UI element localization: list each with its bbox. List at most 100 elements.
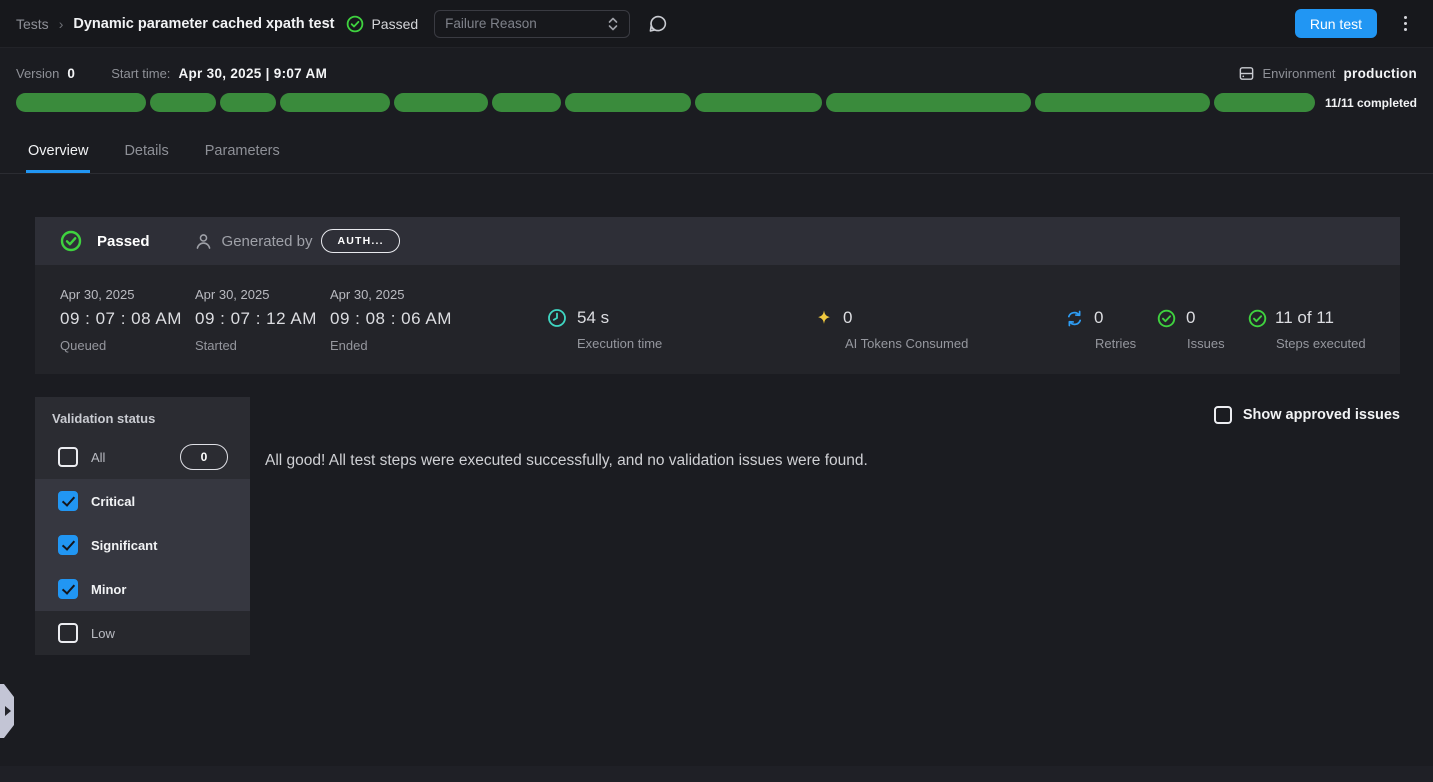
issues-count-badge: 0 <box>180 444 228 470</box>
filter-critical[interactable]: Critical <box>35 479 250 523</box>
progress-segment[interactable] <box>565 93 691 112</box>
progress-track <box>16 93 1315 112</box>
filter-low-label: Low <box>91 626 115 641</box>
progress-segment[interactable] <box>280 93 390 112</box>
filter-critical-label: Critical <box>91 494 135 509</box>
progress-segment[interactable] <box>16 93 146 112</box>
start-time-value: Apr 30, 2025 | 9:07 AM <box>178 66 327 81</box>
ended-time: 09 : 08 : 06 AM <box>330 309 452 329</box>
metric-steps-executed: 11 of 11 Steps executed <box>1248 308 1366 351</box>
ended-label: Ended <box>330 338 452 353</box>
progress-segment[interactable] <box>1035 93 1210 112</box>
filter-low[interactable]: Low <box>35 611 250 655</box>
execution-time-value: 54 s <box>577 308 609 328</box>
run-summary-body: Apr 30, 2025 09 : 07 : 08 AM Queued Apr … <box>35 265 1400 374</box>
comment-button[interactable] <box>648 14 668 34</box>
environment-icon <box>1238 65 1255 82</box>
start-time: Start time: Apr 30, 2025 | 9:07 AM <box>111 66 327 81</box>
check-circle-icon <box>1248 309 1267 328</box>
chevron-right-icon <box>0 684 16 740</box>
started-date: Apr 30, 2025 <box>195 287 317 302</box>
tab-bar: Overview Details Parameters <box>0 135 1433 174</box>
metric-issues: 0 Issues <box>1157 308 1225 351</box>
kebab-menu-icon[interactable] <box>1393 12 1417 36</box>
queued-label: Queued <box>60 338 182 353</box>
check-circle-icon <box>60 230 82 252</box>
footer-strip <box>0 766 1433 782</box>
checkbox-all[interactable] <box>58 447 78 467</box>
timestamp-queued: Apr 30, 2025 09 : 07 : 08 AM Queued <box>60 287 182 353</box>
queued-time: 09 : 07 : 08 AM <box>60 309 182 329</box>
filter-minor[interactable]: Minor <box>35 567 250 611</box>
progress-segment[interactable] <box>394 93 488 112</box>
refresh-icon <box>1065 309 1084 328</box>
check-circle-icon <box>346 15 364 33</box>
metric-ai-tokens: 0 AI Tokens Consumed <box>815 308 968 351</box>
start-time-label: Start time: <box>111 66 170 81</box>
ended-date: Apr 30, 2025 <box>330 287 452 302</box>
retries-value: 0 <box>1094 308 1103 328</box>
progress-segment[interactable] <box>1214 93 1315 112</box>
version-value: 0 <box>67 66 75 81</box>
tab-overview[interactable]: Overview <box>26 135 90 173</box>
filter-all-label: All <box>91 450 105 465</box>
checkbox-show-approved[interactable] <box>1214 406 1232 424</box>
environment-label: Environment <box>1263 66 1336 81</box>
generated-by-badge[interactable]: AUTH... <box>321 229 399 253</box>
ai-tokens-label: AI Tokens Consumed <box>845 336 968 351</box>
person-icon <box>194 232 213 251</box>
environment: Environment production <box>1238 65 1417 82</box>
all-good-message: All good! All test steps were executed s… <box>265 452 868 470</box>
chevron-updown-icon <box>607 16 619 32</box>
run-summary-header: Passed Generated by AUTH... <box>35 217 1400 265</box>
ai-tokens-value: 0 <box>843 308 852 328</box>
expand-drawer-handle[interactable] <box>0 684 16 740</box>
checkbox-significant[interactable] <box>58 535 78 555</box>
validation-status-title: Validation status <box>35 397 250 426</box>
progress-segment[interactable] <box>492 93 561 112</box>
filter-significant-label: Significant <box>91 538 157 553</box>
filter-minor-label: Minor <box>91 582 126 597</box>
show-approved-issues[interactable]: Show approved issues <box>1214 406 1400 424</box>
retries-label: Retries <box>1095 336 1136 351</box>
steps-executed-value: 11 of 11 <box>1275 308 1334 328</box>
version-label: Version <box>16 66 59 81</box>
issues-label: Issues <box>1187 336 1225 351</box>
progress-segment[interactable] <box>826 93 1031 112</box>
started-time: 09 : 07 : 12 AM <box>195 309 317 329</box>
run-test-button[interactable]: Run test <box>1295 9 1377 38</box>
checkbox-low[interactable] <box>58 623 78 643</box>
issues-value: 0 <box>1186 308 1195 328</box>
environment-value: production <box>1344 66 1418 81</box>
tab-details[interactable]: Details <box>122 135 170 173</box>
checkbox-minor[interactable] <box>58 579 78 599</box>
breadcrumb-tests[interactable]: Tests <box>16 16 49 32</box>
progress-segment[interactable] <box>695 93 822 112</box>
progress-row: 11/11 completed <box>16 93 1417 112</box>
tab-parameters[interactable]: Parameters <box>203 135 282 173</box>
breadcrumb-separator-icon: › <box>59 16 64 32</box>
meta-row: Version 0 Start time: Apr 30, 2025 | 9:0… <box>0 60 1433 86</box>
execution-time-label: Execution time <box>577 336 662 351</box>
status-label: Passed <box>371 16 418 32</box>
validation-status-panel: Validation status All 0 Critical Signifi… <box>35 397 250 655</box>
run-summary-card: Passed Generated by AUTH... Apr 30, 2025… <box>35 217 1400 374</box>
filter-all[interactable]: All 0 <box>35 435 250 479</box>
checkbox-critical[interactable] <box>58 491 78 511</box>
completed-label: 11/11 completed <box>1325 96 1417 110</box>
generated-by: Generated by AUTH... <box>194 229 400 253</box>
metric-execution-time: 54 s Execution time <box>547 308 662 351</box>
started-label: Started <box>195 338 317 353</box>
failure-reason-select[interactable]: Failure Reason <box>434 10 630 38</box>
timestamp-started: Apr 30, 2025 09 : 07 : 12 AM Started <box>195 287 317 353</box>
check-circle-icon <box>1157 309 1176 328</box>
clock-icon <box>547 308 567 328</box>
status-badge: Passed <box>346 15 418 33</box>
test-run-page: Tests › Dynamic parameter cached xpath t… <box>0 0 1433 782</box>
comment-bubble-icon <box>648 14 668 34</box>
sparkle-icon <box>815 309 833 327</box>
timestamp-ended: Apr 30, 2025 09 : 08 : 06 AM Ended <box>330 287 452 353</box>
progress-segment[interactable] <box>220 93 276 112</box>
progress-segment[interactable] <box>150 93 216 112</box>
filter-significant[interactable]: Significant <box>35 523 250 567</box>
